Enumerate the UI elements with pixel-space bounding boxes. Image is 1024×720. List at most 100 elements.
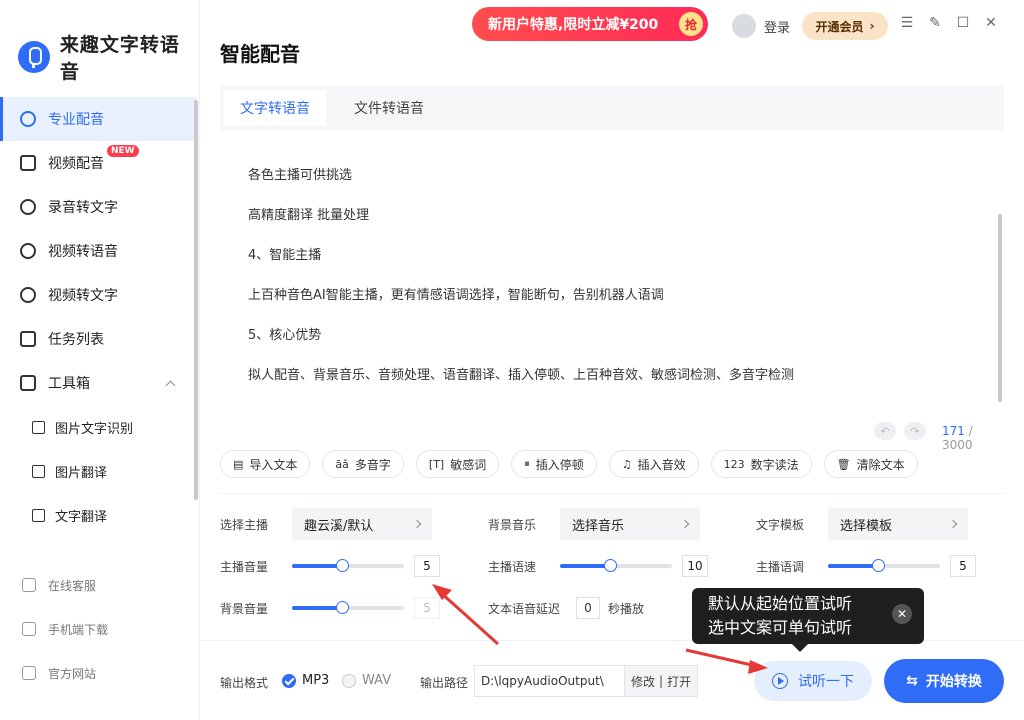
path-actions: 修改 | 打开 — [624, 665, 699, 697]
preview-label: 试听一下 — [798, 674, 854, 690]
sidebar-scrollbar[interactable] — [194, 100, 198, 500]
tool-label: 多音字 — [354, 457, 391, 472]
polyphone-button[interactable]: āǎ 多音字 — [322, 450, 404, 478]
open-folder-link[interactable]: 打开 — [667, 673, 691, 690]
slider-thumb[interactable] — [604, 559, 618, 572]
bg-volume-slider[interactable] — [292, 601, 404, 614]
volume-label: 主播音量 — [220, 559, 269, 574]
speed-value[interactable]: 10 — [682, 555, 708, 577]
sidebar-subitem-label: 图片文字识别 — [55, 421, 134, 437]
chevron-up-icon — [165, 380, 176, 390]
translate-icon — [32, 508, 45, 522]
vip-button-label: 开通会员 — [815, 19, 864, 34]
sidebar-item-toolbox[interactable]: 工具箱 — [0, 361, 196, 405]
import-icon: ▤ — [233, 457, 244, 471]
pitch-slider[interactable] — [828, 559, 940, 572]
sensitive-words-button[interactable]: [T] 敏感词 — [415, 450, 500, 478]
sidebar-footer-label: 在线客服 — [48, 578, 97, 593]
modify-path-link[interactable]: 修改 — [631, 673, 655, 690]
template-picker[interactable]: 选择模板 — [828, 508, 968, 540]
bgm-picker[interactable]: 选择音乐 — [560, 508, 700, 540]
text-line: 5、核心优势 — [248, 328, 322, 343]
insert-pause-button[interactable]: ⏸ 插入停顿 — [511, 450, 597, 478]
bgm-setting: 背景音乐 选择音乐 — [488, 508, 700, 540]
sidebar-item-video-to-text[interactable]: 视频转文字 — [0, 273, 196, 317]
redo-icon[interactable]: ↷ — [904, 422, 926, 440]
editor-scrollbar[interactable] — [998, 214, 1002, 402]
number-icon: 123 — [723, 457, 745, 471]
speed-label: 主播语速 — [488, 559, 537, 574]
slider-thumb[interactable] — [872, 559, 886, 572]
volume-slider[interactable] — [292, 559, 404, 572]
trash-icon: 🗑 — [836, 457, 851, 471]
vip-button[interactable]: 开通会员 › — [802, 12, 888, 40]
tool-label: 插入停顿 — [535, 457, 584, 472]
sidebar-item-pro-dubbing[interactable]: 专业配音 — [0, 97, 196, 141]
play-icon — [772, 673, 788, 689]
text-editor: 文字转语音 文件转语音 各色主播可供挑选 高精度翻译 批量处理 4、智能主播 上… — [220, 86, 1004, 452]
sidebar-item-mobile-download[interactable]: 手机端下载 — [0, 607, 196, 651]
text-line: 各色主播可供挑选 — [248, 168, 353, 183]
sidebar-item-task-list[interactable]: 任务列表 — [0, 317, 196, 361]
app-logo: 来趣文字转语音 — [18, 30, 199, 84]
video-icon — [20, 155, 36, 171]
avatar[interactable] — [732, 14, 756, 38]
sidebar-item-website[interactable]: 官方网站 — [0, 651, 196, 695]
anchor-label: 选择主播 — [220, 517, 269, 532]
import-text-button[interactable]: ▤ 导入文本 — [220, 450, 311, 478]
anchor-picker[interactable]: 趣云溪/默认 — [292, 508, 432, 540]
sidebar-item-support[interactable]: 在线客服 — [0, 563, 196, 607]
sidebar-item-label: 工具箱 — [48, 376, 90, 392]
sidebar-item-video-dubbing[interactable]: 视频配音 NEW — [0, 141, 196, 185]
number-reading-button[interactable]: 123 数字读法 — [710, 450, 812, 478]
tab-file-to-speech[interactable]: 文件转语音 — [338, 90, 440, 126]
phone-icon — [22, 622, 36, 636]
insert-sound-effect-button[interactable]: ♫ 插入音效 — [608, 450, 699, 478]
close-icon[interactable]: ✕ — [984, 16, 998, 30]
waveform-icon — [20, 111, 36, 127]
microphone-logo-icon — [18, 41, 50, 73]
pitch-value[interactable]: 5 — [950, 555, 976, 577]
promo-banner[interactable]: 新用户特惠,限时立减¥200 抢 — [472, 7, 708, 41]
format-wav-radio[interactable]: WAV — [342, 673, 391, 688]
template-label: 文字模板 — [756, 517, 805, 532]
slider-thumb[interactable] — [336, 559, 350, 572]
sidebar-subitem-image-translate[interactable]: 图片翻译 — [0, 449, 196, 493]
sidebar-subitem-ocr[interactable]: 图片文字识别 — [0, 405, 196, 449]
text-line: 高精度翻译 批量处理 — [248, 208, 370, 223]
sidebar-item-audio-to-text[interactable]: 录音转文字 — [0, 185, 196, 229]
bg-volume-label: 背景音量 — [220, 601, 269, 616]
login-link[interactable]: 登录 — [764, 17, 790, 36]
video-audio-icon — [20, 243, 36, 259]
delay-label: 文本语音延迟 — [488, 601, 561, 616]
divider — [220, 493, 1004, 494]
preview-button[interactable]: 试听一下 — [754, 661, 872, 701]
app-name: 来趣文字转语音 — [59, 34, 180, 83]
undo-icon[interactable]: ↶ — [874, 422, 896, 440]
tooltip-line: 默认从起始位置试听 — [708, 594, 853, 613]
slider-thumb[interactable] — [336, 601, 350, 614]
clear-text-button[interactable]: 🗑 清除文本 — [823, 450, 918, 478]
sensitive-icon: [T] — [428, 457, 445, 471]
sidebar-item-label: 录音转文字 — [48, 200, 118, 216]
sidebar-subitem-text-translate[interactable]: 文字翻译 — [0, 493, 196, 537]
delay-input[interactable]: 0 — [576, 597, 600, 619]
maximize-icon[interactable]: ☐ — [956, 16, 970, 30]
format-mp3-radio[interactable]: MP3 — [282, 673, 329, 688]
music-icon: ♫ — [621, 457, 632, 471]
ocr-icon — [32, 420, 45, 434]
tab-text-to-speech[interactable]: 文字转语音 — [224, 90, 326, 126]
sidebar-item-video-to-audio[interactable]: 视频转语音 — [0, 229, 196, 273]
output-path-field[interactable]: D:\lqpyAudioOutput\ — [474, 665, 626, 697]
volume-value[interactable]: 5 — [414, 555, 440, 577]
close-icon[interactable]: ✕ — [892, 604, 912, 624]
start-convert-button[interactable]: ⇆ 开始转换 — [884, 659, 1004, 703]
speed-slider[interactable] — [560, 559, 672, 572]
menu-icon[interactable]: ☰ — [900, 16, 914, 30]
feedback-icon[interactable]: ✎ — [928, 16, 942, 30]
text-input-area[interactable]: 各色主播可供挑选 高精度翻译 批量处理 4、智能主播 上百种音色AI智能主播，更… — [248, 166, 968, 406]
char-counter: 171 / 3000 — [942, 424, 1004, 452]
slider-fill — [560, 564, 611, 568]
new-badge: NEW — [107, 145, 139, 157]
tool-label: 数字读法 — [750, 457, 799, 472]
